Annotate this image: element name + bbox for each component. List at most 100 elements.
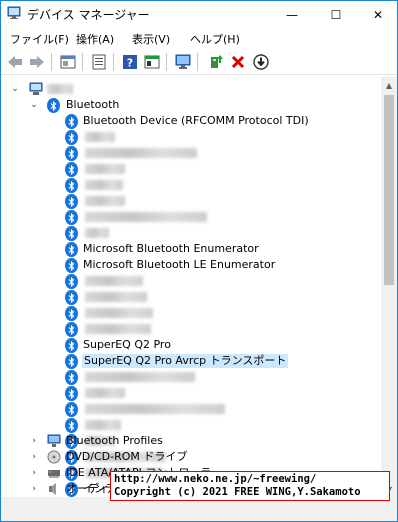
bluetooth-icon <box>65 114 79 129</box>
computer-icon <box>29 82 43 96</box>
bluetooth-device-item[interactable] <box>1 305 381 321</box>
redacted-device-name <box>85 228 109 238</box>
redacted-device-name <box>85 292 147 302</box>
bluetooth-device-item[interactable] <box>1 145 381 161</box>
ide-controller-icon <box>47 466 61 480</box>
bluetooth-device-item[interactable] <box>1 161 381 177</box>
uninstall-device-icon[interactable] <box>229 53 247 71</box>
redacted-device-name <box>85 324 151 334</box>
tree-category-dvd-drive[interactable]: › DVD/CD-ROM ドライブ <box>1 449 381 465</box>
bluetooth-icon <box>65 194 79 209</box>
window-title: デバイス マネージャー <box>27 8 150 22</box>
bluetooth-icon <box>65 178 79 193</box>
menu-help[interactable]: ヘルプ(H) <box>190 31 240 47</box>
bluetooth-device-item[interactable] <box>1 321 381 337</box>
minimize-button[interactable]: — <box>277 1 307 29</box>
bluetooth-icon <box>65 370 79 385</box>
monitor-icon <box>47 434 61 448</box>
bluetooth-device-item[interactable] <box>1 417 381 433</box>
back-icon[interactable] <box>6 53 24 71</box>
redacted-computer-name <box>47 84 73 94</box>
bluetooth-icon <box>65 306 79 321</box>
menu-action[interactable]: 操作(A) <box>76 31 114 47</box>
bluetooth-device-item[interactable]: Microsoft Bluetooth LE Enumerator <box>1 257 381 273</box>
toolbar: ? <box>1 49 397 75</box>
bluetooth-device-item[interactable] <box>1 129 381 145</box>
bluetooth-device-item[interactable] <box>1 193 381 209</box>
update-driver-icon[interactable] <box>207 53 225 71</box>
device-tree[interactable]: ⌄ ⌄ Bluetooth Bluetooth Device (RFCOMM P… <box>1 77 381 497</box>
menu-bar: ファイル(F) 操作(A) 表示(V) ヘルプ(H) <box>1 29 397 49</box>
expand-chevron-icon[interactable]: › <box>29 467 39 479</box>
tree-label: Microsoft Bluetooth Enumerator <box>83 242 259 255</box>
vertical-scrollbar[interactable]: ▲ ▼ <box>381 77 397 497</box>
bluetooth-icon <box>65 210 79 225</box>
tree-label: Bluetooth <box>66 98 120 111</box>
tree-label: Bluetooth Device (RFCOMM Protocol TDI) <box>83 114 309 127</box>
redacted-device-name <box>85 308 153 318</box>
speaker-icon <box>47 482 61 496</box>
redacted-device-name <box>85 148 197 158</box>
bluetooth-device-item[interactable] <box>1 209 381 225</box>
expand-chevron-icon[interactable]: › <box>29 483 39 495</box>
redacted-device-name <box>85 404 225 414</box>
bluetooth-device-item[interactable] <box>1 225 381 241</box>
scroll-up-arrow-icon[interactable]: ▲ <box>381 77 397 93</box>
tree-label: SuperEQ Q2 Pro <box>83 338 171 351</box>
redacted-device-name <box>85 276 143 286</box>
properties-pane-icon[interactable] <box>59 53 77 71</box>
bluetooth-icon <box>65 338 79 353</box>
redacted-device-name <box>85 388 125 398</box>
bluetooth-device-item[interactable] <box>1 273 381 289</box>
bluetooth-device-item[interactable]: Bluetooth Device (RFCOMM Protocol TDI) <box>1 113 381 129</box>
tree-label: Bluetooth Profiles <box>66 434 163 447</box>
tree-category-bluetooth[interactable]: ⌄ Bluetooth <box>1 97 381 113</box>
tree-label: SuperEQ Q2 Pro Avrcp トランスポート <box>82 354 289 368</box>
scan-hardware-icon[interactable] <box>174 53 192 71</box>
toolbar-separator <box>197 53 198 71</box>
bluetooth-icon <box>65 402 79 417</box>
bluetooth-icon <box>65 322 79 337</box>
toolbar-separator <box>166 53 167 71</box>
close-button[interactable]: ✕ <box>363 1 393 29</box>
bluetooth-icon <box>65 242 79 257</box>
bluetooth-device-item[interactable]: Microsoft Bluetooth Enumerator <box>1 241 381 257</box>
disc-drive-icon <box>47 450 61 464</box>
device-manager-app-icon <box>7 6 21 20</box>
disable-device-icon[interactable] <box>252 53 270 71</box>
bluetooth-icon <box>65 258 79 273</box>
tree-label: DVD/CD-ROM ドライブ <box>66 450 188 463</box>
watermark-copyright: Copyright (c) 2021 FREE WING,Y.Sakamoto <box>114 486 361 498</box>
bluetooth-device-item[interactable] <box>1 369 381 385</box>
scrollbar-thumb[interactable] <box>384 95 394 285</box>
console-icon[interactable] <box>143 53 161 71</box>
toolbar-separator <box>113 53 114 71</box>
tree-category-bluetooth-profiles[interactable]: › Bluetooth Profiles <box>1 433 381 449</box>
bluetooth-device-item[interactable] <box>1 385 381 401</box>
copyright-watermark: http://www.neko.ne.jp/~freewing/ Copyrig… <box>110 471 390 501</box>
maximize-button[interactable]: ☐ <box>321 1 351 29</box>
redacted-device-name <box>85 180 123 190</box>
toolbar-separator <box>51 53 52 71</box>
watermark-url: http://www.neko.ne.jp/~freewing/ <box>114 473 317 485</box>
bluetooth-icon <box>65 162 79 177</box>
collapse-chevron-icon[interactable]: ⌄ <box>10 83 20 95</box>
bluetooth-device-item[interactable] <box>1 289 381 305</box>
redacted-device-name <box>85 132 115 142</box>
tree-root-computer[interactable]: ⌄ <box>1 81 381 97</box>
help-icon[interactable]: ? <box>121 53 139 71</box>
bluetooth-device-item[interactable] <box>1 401 381 417</box>
list-view-icon[interactable] <box>90 53 108 71</box>
expand-chevron-icon[interactable]: › <box>29 435 39 447</box>
bluetooth-device-item[interactable]: SuperEQ Q2 Pro Avrcp トランスポート <box>1 353 381 369</box>
bluetooth-device-item[interactable]: SuperEQ Q2 Pro <box>1 337 381 353</box>
bluetooth-icon <box>65 386 79 401</box>
expand-chevron-icon[interactable]: › <box>29 451 39 463</box>
menu-file[interactable]: ファイル(F) <box>10 31 69 47</box>
toolbar-separator <box>82 53 83 71</box>
tree-label: Microsoft Bluetooth LE Enumerator <box>83 258 276 271</box>
menu-view[interactable]: 表示(V) <box>132 31 170 47</box>
collapse-chevron-icon[interactable]: ⌄ <box>29 99 39 111</box>
bluetooth-device-item[interactable] <box>1 177 381 193</box>
forward-icon[interactable] <box>28 53 46 71</box>
